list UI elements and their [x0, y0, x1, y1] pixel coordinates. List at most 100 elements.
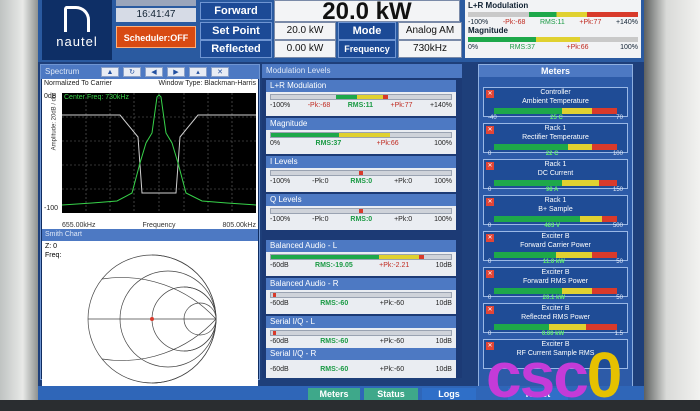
meter-bar: [494, 108, 617, 114]
mini-mag-title: Magnitude: [468, 26, 508, 35]
spectrum-info: Normalized To Carrier Window Type: Black…: [42, 79, 258, 88]
warning-icon[interactable]: ▲: [101, 67, 119, 77]
mini-modulation-panel: L+R Modulation -100% -Pk:-68 RMS:11 +Pk:…: [465, 0, 641, 58]
setpoint-value[interactable]: 20.0 kW: [274, 22, 336, 40]
nautel-logo: nautel: [42, 0, 112, 60]
meter-max: 70: [616, 115, 623, 121]
remove-meter-icon[interactable]: ✕: [486, 234, 494, 242]
meter-name: B+ Sample: [538, 206, 573, 213]
meter-value: 0.00 kW: [541, 331, 565, 337]
meter-rectifier-temp[interactable]: ✕ Rack 1 Rectifier Temperature 0 22 C 100: [483, 123, 628, 157]
remove-meter-icon[interactable]: ✕: [486, 162, 494, 170]
mod-bal-l-bar: [270, 254, 452, 260]
meter-value: 20.1 kW: [542, 295, 565, 301]
remove-meter-icon[interactable]: ✕: [486, 270, 494, 278]
mod-bal-r-scale: -60dB RMS:-60 +Pk:-60 10dB: [270, 300, 452, 307]
meter-name: Forward Carrier Power: [520, 242, 591, 249]
meter-min: 0: [488, 187, 492, 193]
modulation-title: Modulation Levels: [262, 64, 462, 78]
mini-lr-pkpos: +Pk:77: [579, 19, 602, 26]
mod-iq-l-right: 10dB: [435, 338, 452, 345]
logs-nav-button[interactable]: Logs: [422, 388, 476, 400]
meter-group: Exciter B: [541, 305, 570, 312]
mod-bal-l-scale: -60dB RMS:-19.05 +Pk:-2.21 10dB: [270, 262, 452, 269]
mod-bal-l-left: -60dB: [270, 262, 289, 269]
monitor-bezel-right: [644, 0, 700, 400]
mode-value[interactable]: Analog AM: [398, 22, 462, 40]
spectrum-ylabel: Amplitude: 20dB / div: [51, 93, 58, 151]
prev-icon[interactable]: ◀: [145, 67, 163, 77]
reflected-value: 0.00 kW: [274, 40, 336, 58]
refresh-icon[interactable]: ↻: [123, 67, 141, 77]
mod-row-bal-l: Balanced Audio - L -60dB RMS:-19.05 +Pk:-2…: [266, 240, 456, 276]
meter-scale: 0 11.0 kW 50: [488, 259, 623, 265]
meter-max: 50: [616, 259, 623, 265]
top-blank-field: [116, 0, 196, 6]
meter-group: Exciter B: [541, 269, 570, 276]
mini-lr-left: -100%: [468, 19, 489, 26]
remove-meter-icon[interactable]: ✕: [486, 90, 494, 98]
mod-mag-rms: RMS:37: [315, 140, 342, 147]
mod-row-mag: Magnitude 0% RMS:37 +Pk:66 100%: [266, 118, 456, 154]
meters-nav-button[interactable]: Meters: [308, 388, 360, 400]
overlay-text-b: 0: [586, 339, 623, 411]
expand-icon[interactable]: ▴: [189, 67, 207, 77]
meter-scale: 0 403 V 500: [488, 223, 623, 229]
meter-max: 1.5: [614, 331, 623, 337]
mod-q-name: Q Levels: [266, 194, 456, 206]
next-icon[interactable]: ▶: [167, 67, 185, 77]
meter-b-plus-sample[interactable]: ✕ Rack 1 B+ Sample 0 403 V 500: [483, 195, 628, 229]
mod-iq-r-scale: -60dB RMS:-60 +Pk:-60 10dB: [270, 366, 452, 373]
meter-dc-current[interactable]: ✕ Rack 1 DC Current 0 98 A 150: [483, 159, 628, 193]
meter-scale: 0 0.00 kW 1.5: [488, 331, 623, 337]
meter-max: 500: [612, 223, 623, 229]
meter-bar: [494, 288, 617, 294]
mod-q-neg: -Pk:0: [312, 216, 329, 223]
mod-row-bal-r: Balanced Audio - R -60dB RMS:-60 +Pk:-60 10…: [266, 278, 456, 314]
remove-meter-icon[interactable]: ✕: [486, 126, 494, 134]
mod-mag-pos: +Pk:66: [376, 140, 399, 147]
x-mid-label: Frequency: [142, 222, 176, 229]
meter-name: Rectifier Temperature: [522, 134, 589, 141]
meter-group: Rack 1: [544, 197, 567, 204]
meter-bar: [494, 324, 617, 330]
meter-forward-carrier-power[interactable]: ✕ Exciter B Forward Carrier Power 0 11.0 …: [483, 231, 628, 265]
mod-bal-r-rms: RMS:-60: [320, 300, 349, 307]
meter-forward-rms-power[interactable]: ✕ Exciter B Forward RMS Power 0 20.1 kW 50: [483, 267, 628, 301]
spectrum-trace: [61, 93, 257, 213]
center-frequency: Center Freq: 730kHz: [64, 94, 129, 101]
setpoint-label: Set Point: [200, 22, 272, 40]
remove-meter-icon[interactable]: ✕: [486, 198, 494, 206]
mod-iq-l-left: -60dB: [270, 338, 289, 345]
mod-q-rms: RMS:0: [350, 216, 373, 223]
mod-iq-l-scale: -60dB RMS:-60 +Pk:-60 10dB: [270, 338, 452, 345]
meter-ambient-temp[interactable]: ✕ Controller Ambient Temperature -40 25 C…: [483, 87, 628, 121]
mod-row-q: Q Levels -100% -Pk:0 RMS:0 +Pk:0 100%: [266, 194, 456, 230]
scheduler-button[interactable]: Scheduler:OFF: [116, 26, 196, 48]
mod-iq-r-left: -60dB: [270, 366, 289, 373]
meters-title: Meters: [479, 65, 632, 77]
meter-max: 50: [616, 295, 623, 301]
mod-row-lr: L+R Modulation -100% -Pk:-68 RMS:11 +Pk:77 +…: [266, 80, 456, 116]
mod-q-body: -100% -Pk:0 RMS:0 +Pk:0 100%: [266, 206, 456, 230]
mod-iq-r-rms: RMS:-60: [320, 366, 349, 373]
mini-mag-rms: RMS:37: [509, 44, 535, 51]
logo-text: nautel: [56, 34, 98, 49]
close-icon[interactable]: ✕: [211, 67, 229, 77]
status-nav-button[interactable]: Status: [364, 388, 418, 400]
mod-lr-neg: -Pk:-68: [307, 102, 331, 109]
meter-name: Ambient Temperature: [522, 98, 589, 105]
frequency-label: Frequency: [338, 40, 396, 58]
meter-reflected-rms-power[interactable]: ✕ Exciter B Reflected RMS Power 0 0.00 kW…: [483, 303, 628, 337]
mod-i-bar: [270, 170, 452, 176]
meter-group: Rack 1: [544, 161, 567, 168]
mod-lr-rms: RMS:11: [347, 102, 374, 109]
mini-mag-right: 100%: [620, 44, 638, 51]
remove-meter-icon[interactable]: ✕: [486, 306, 494, 314]
meter-bar: [494, 252, 617, 258]
smith-title: Smith Chart: [42, 229, 258, 241]
mini-mag-pk: +Pk:66: [566, 44, 589, 51]
meter-value: 11.0 kW: [542, 259, 565, 265]
meter-group: Rack 1: [544, 125, 567, 132]
mod-lr-bar: [270, 94, 452, 100]
